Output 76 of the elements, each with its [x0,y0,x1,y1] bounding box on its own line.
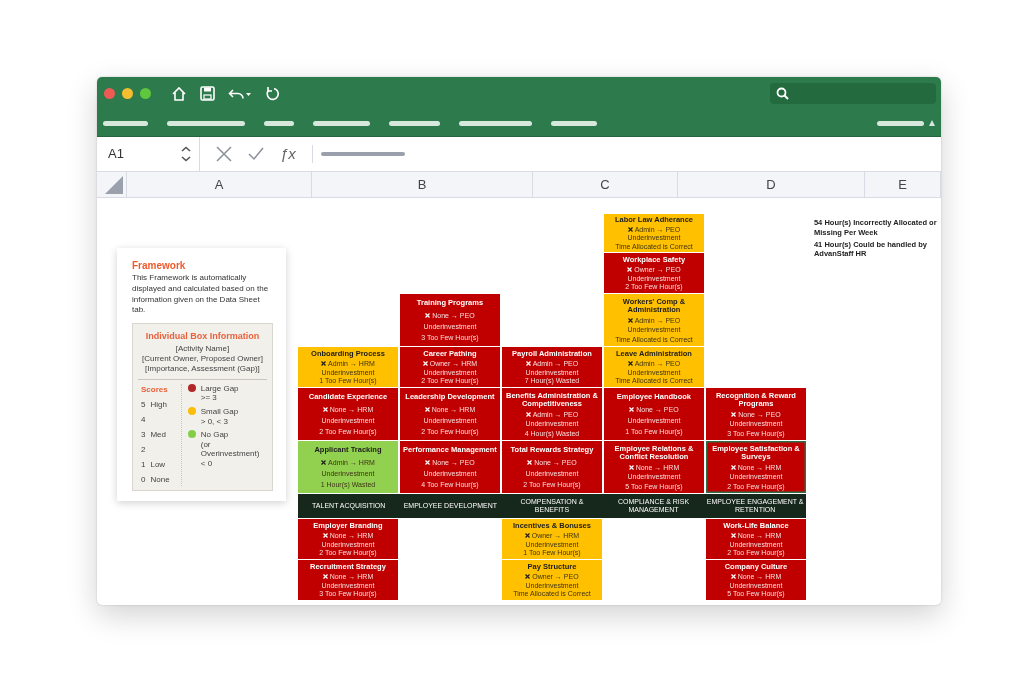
panel-description: This Framework is automatically displayed and calculated based on the information given on the Data Sheet tab. [132,273,270,317]
score-value: 5 [141,398,146,411]
column-header[interactable]: E [865,172,941,197]
chevron-up-down-icon[interactable] [181,146,191,162]
legend-gap-text: < 0 [200,459,214,469]
score-value: 4 [141,413,146,426]
menu-placeholder[interactable] [389,120,440,126]
legend-gap-text: (or Overinvestment) [200,439,261,459]
cross-icon [322,406,328,412]
cancel-icon[interactable] [216,146,232,162]
refresh-icon[interactable] [265,86,280,101]
score-label: None [150,473,170,486]
select-all-icon[interactable] [105,176,123,194]
save-icon[interactable] [200,86,215,101]
checkmark-icon[interactable] [248,147,264,161]
legend-gap-text: Small Gap [200,407,239,417]
legend-gap-text: > 0, < 3 [200,416,229,427]
cross-icon [627,317,633,323]
score-value: 2 [141,443,146,456]
column-header[interactable]: B [312,172,533,197]
cross-icon [629,406,635,412]
cross-icon [422,360,428,366]
cross-icon [731,411,737,417]
cross-icon [525,360,531,366]
cross-icon [627,226,633,232]
cross-icon [730,532,736,538]
column-header[interactable]: D [678,172,865,197]
menu-placeholder[interactable] [877,120,924,126]
score-value: 1 [141,458,146,471]
menu-placeholder[interactable] [313,120,370,126]
column-header[interactable]: A [127,172,312,197]
cross-icon [322,573,328,579]
legend-title: Individual Box Information [144,330,261,344]
score-value: 3 [141,428,146,441]
function-button[interactable]: ƒx [280,142,296,166]
column-header[interactable]: C [533,172,678,197]
menu-placeholder[interactable] [264,120,294,126]
cross-icon [525,573,531,579]
name-box[interactable]: A1 [108,144,124,164]
menu-placeholder[interactable] [167,120,245,126]
cross-icon [425,312,431,318]
scores-title: Scores [141,383,169,396]
cross-icon [527,459,533,465]
cross-icon [627,266,633,272]
panel-title: Framework [132,259,187,273]
cross-icon [322,532,328,538]
home-icon[interactable] [171,85,187,102]
cross-icon [525,411,531,417]
legend-gap-text: >= 3 [200,393,218,404]
legend-gap-text: Large Gap [200,383,239,394]
minimize-button[interactable] [122,88,133,99]
cross-icon [628,464,634,470]
search-icon [776,87,789,100]
cross-icon [425,459,431,465]
legend-line: [Importance, Assessment (Gap)] [144,364,261,375]
score-label: Low [150,458,166,471]
cross-icon [321,459,327,465]
cross-icon [627,360,633,366]
score-label: Med [150,428,166,441]
score-label: High [150,398,167,411]
cross-icon [524,532,530,538]
score-value: 0 [141,473,146,486]
legend-gap-text: No Gap [200,430,230,440]
collapse-icon[interactable] [929,120,935,126]
cross-icon [321,360,327,366]
menu-placeholder[interactable] [459,120,532,126]
menu-placeholder[interactable] [103,120,148,126]
cross-icon [730,464,736,470]
search-field[interactable] [770,83,936,104]
cross-icon [730,573,736,579]
legend-line: [Activity Name] [174,343,231,355]
legend-line: [Current Owner, Proposed Owner] [141,354,264,365]
zoom-button[interactable] [140,88,151,99]
undo-icon[interactable] [228,86,252,101]
menu-placeholder[interactable] [551,120,597,126]
cross-icon [424,406,430,412]
